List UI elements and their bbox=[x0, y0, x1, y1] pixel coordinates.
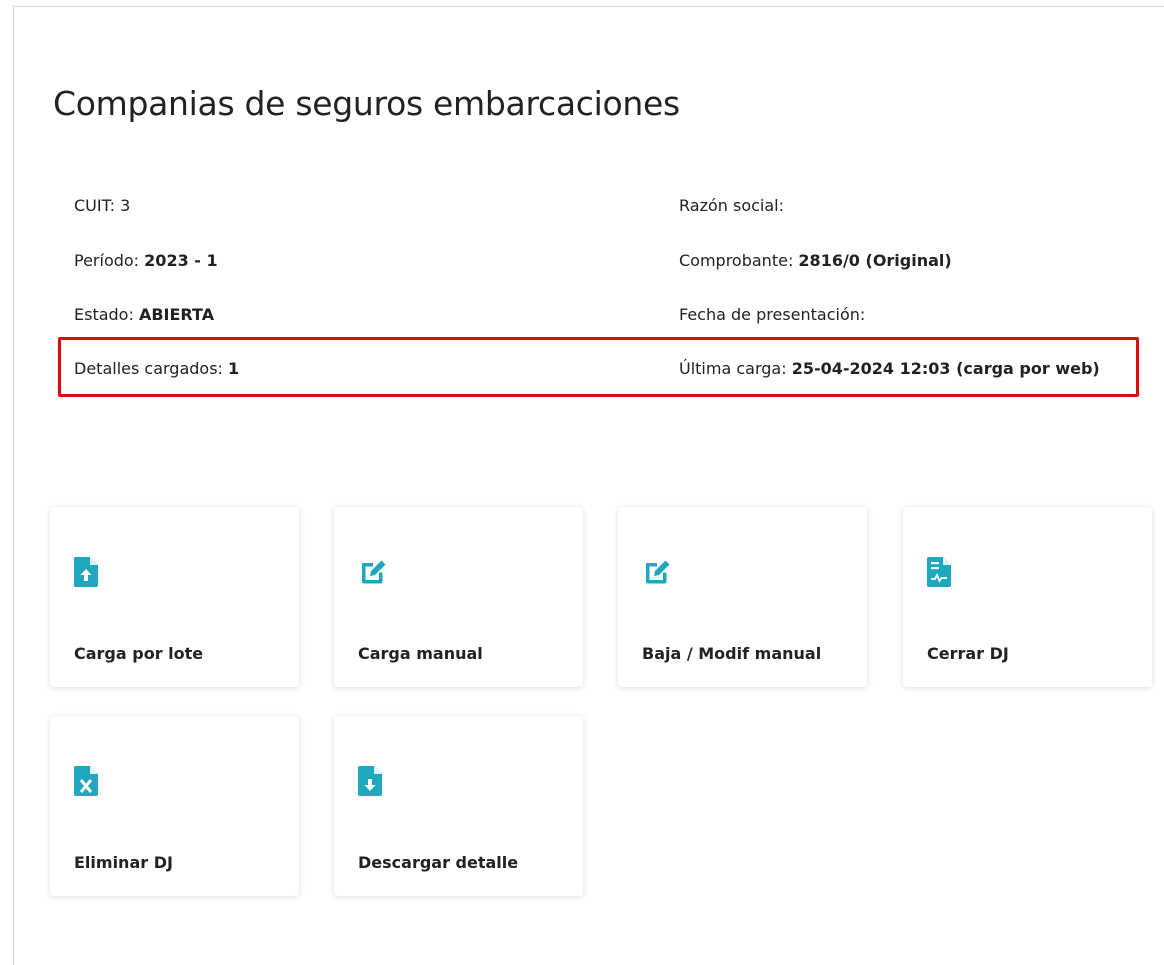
action-card-descargar-detalle[interactable]: Descargar detalle bbox=[334, 716, 583, 896]
fecha-presentacion-label: Fecha de presentación: bbox=[679, 305, 866, 324]
action-label: Descargar detalle bbox=[358, 853, 519, 872]
razon-social-info: Razón social: bbox=[679, 196, 784, 215]
periodo-label: Período: bbox=[74, 251, 140, 270]
action-card-carga-manual[interactable]: Carga manual bbox=[334, 507, 583, 687]
action-label: Cerrar DJ bbox=[927, 644, 1009, 663]
cuit-label: CUIT: bbox=[74, 196, 116, 215]
action-card-baja-modif-manual[interactable]: Baja / Modif manual bbox=[618, 507, 867, 687]
cuit-info: CUIT: 3 bbox=[74, 196, 130, 215]
action-label: Carga por lote bbox=[74, 644, 204, 663]
estado-info: Estado: ABIERTA bbox=[74, 305, 214, 324]
comprobante-info: Comprobante: 2816/0 (Original) bbox=[679, 251, 952, 270]
file-download-icon bbox=[358, 766, 382, 796]
estado-value: ABIERTA bbox=[138, 305, 215, 324]
frame-border-left bbox=[13, 6, 14, 965]
action-label: Baja / Modif manual bbox=[642, 644, 822, 663]
cuit-value: 3 bbox=[120, 196, 131, 215]
estado-label: Estado: bbox=[74, 305, 134, 324]
file-excel-icon bbox=[74, 766, 98, 796]
periodo-value: 2023 - 1 bbox=[144, 251, 218, 270]
action-card-carga-por-lote[interactable]: Carga por lote bbox=[50, 507, 299, 687]
file-signature-icon bbox=[927, 557, 951, 587]
highlight-annotation-box bbox=[58, 337, 1139, 397]
edit-icon bbox=[646, 560, 670, 584]
page-title: Companias de seguros embarcaciones bbox=[53, 84, 680, 123]
comprobante-value: 2816/0 (Original) bbox=[798, 251, 952, 270]
file-upload-icon bbox=[74, 557, 98, 587]
periodo-info: Período: 2023 - 1 bbox=[74, 251, 218, 270]
comprobante-label: Comprobante: bbox=[679, 251, 794, 270]
action-card-eliminar-dj[interactable]: Eliminar DJ bbox=[50, 716, 299, 896]
edit-icon bbox=[362, 560, 386, 584]
action-card-cerrar-dj[interactable]: Cerrar DJ bbox=[903, 507, 1152, 687]
action-label: Eliminar DJ bbox=[74, 853, 173, 872]
frame-border-top bbox=[13, 6, 1164, 7]
razon-social-label: Razón social: bbox=[679, 196, 784, 215]
fecha-presentacion-info: Fecha de presentación: bbox=[679, 305, 865, 324]
action-label: Carga manual bbox=[358, 644, 483, 663]
